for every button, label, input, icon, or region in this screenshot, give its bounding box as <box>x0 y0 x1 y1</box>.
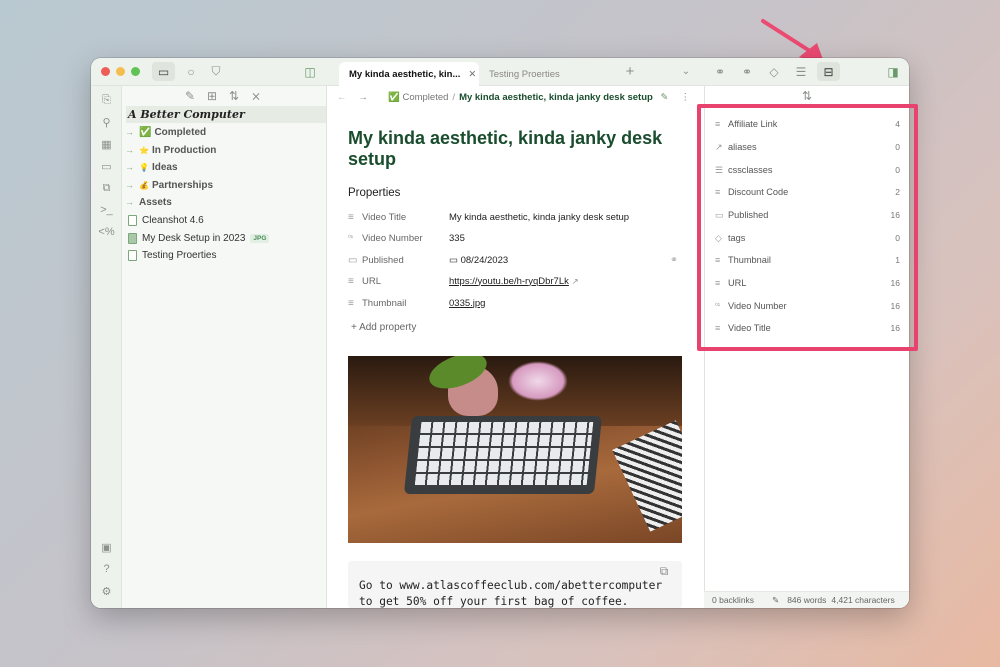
property-video-number[interactable]: ⁰¹ Video Number 335 <box>348 228 668 248</box>
folder-ideas[interactable]: → 💡 Ideas <box>122 158 327 176</box>
vault-name[interactable]: A Better Computer <box>126 106 326 123</box>
thumbnail-link[interactable]: 0335.jpg <box>449 298 485 309</box>
tags-icon[interactable]: ◇ <box>765 62 783 81</box>
back-icon[interactable]: ← <box>337 92 347 103</box>
pencil-icon: ✎ <box>772 594 780 605</box>
breadcrumb-folder[interactable]: ✅ Completed <box>388 92 448 103</box>
property-thumbnail[interactable]: ≡ Thumbnail 0335.jpg <box>348 293 668 313</box>
vault-icon[interactable]: ▣ <box>91 537 122 557</box>
sort-icon[interactable]: ⇅ <box>226 88 242 104</box>
tab-close-icon[interactable]: ✕ <box>468 69 476 80</box>
outgoing-links-icon[interactable]: ⚭ <box>738 62 756 81</box>
character-count: 4,421 characters <box>831 595 895 605</box>
right-sidebar-toggle-icon[interactable]: ◨ <box>884 62 902 81</box>
backlinks-icon[interactable]: ⚭ <box>711 62 729 81</box>
file-testing-proerties[interactable]: Testing Proerties <box>122 246 327 264</box>
edit-mode-icon[interactable]: ✎ <box>661 92 669 103</box>
status-bar: 0 backlinks ✎ 846 words 4,421 characters <box>704 591 909 608</box>
property-video-title[interactable]: ≡ Video Title My kinda aesthetic, kinda ja… <box>348 207 668 227</box>
open-quick-switcher-icon[interactable]: ⎘ <box>91 90 122 110</box>
all-properties-icon[interactable]: ⊟ <box>817 62 840 81</box>
tab-list-chevron-icon[interactable]: ⌄ <box>677 62 695 81</box>
files-icon[interactable]: ▭ <box>152 62 175 81</box>
desk-setup-image <box>348 356 682 543</box>
note-title: My kinda aesthetic, kinda janky desk set… <box>348 128 663 169</box>
ribbon: ⎘ ⚲ ▦ ▭ ⧉ >_ <% ▣ ? ⚙ <box>91 86 122 608</box>
folder-in-production[interactable]: → ⭐ In Production <box>122 141 327 159</box>
folder-assets[interactable]: → Assets <box>122 193 327 211</box>
file-my-desk-setup[interactable]: My Desk Setup in 2023 JPG <box>122 229 327 247</box>
sidebar-toggle-icon[interactable]: ◫ <box>301 62 319 81</box>
help-icon[interactable]: ? <box>91 559 122 579</box>
graph-icon[interactable]: ⚲ <box>91 112 122 132</box>
more-options-icon[interactable]: ⋮ <box>681 92 691 103</box>
view-header: ← → ✅ Completed / My kinda aesthetic, ki… <box>337 91 691 103</box>
file-cleanshot[interactable]: Cleanshot 4.6 <box>122 211 327 229</box>
external-link-icon: ↗ <box>571 276 579 286</box>
tab-testing-proerties[interactable]: Testing Proerties <box>479 62 599 86</box>
url-link[interactable]: https://youtu.be/h-ryqDbr7Lk <box>449 276 569 287</box>
collapse-icon[interactable]: ⨯ <box>248 88 264 104</box>
templater-icon[interactable]: <% <box>91 222 122 242</box>
close-button[interactable] <box>101 67 110 76</box>
folder-completed[interactable]: → ✅ Completed <box>122 123 327 141</box>
calendar-icon[interactable]: ▭ <box>91 156 122 176</box>
folder-partnerships[interactable]: → 💰 Partnerships <box>122 176 327 194</box>
properties-heading: Properties <box>348 187 401 199</box>
image-file-icon <box>128 232 137 244</box>
bookmark-icon[interactable]: ⛉ <box>207 62 225 81</box>
search-icon[interactable]: ○ <box>182 62 200 81</box>
code-block: Go to www.atlascoffeeclub.com/abettercom… <box>348 561 682 608</box>
new-folder-icon[interactable]: ⊞ <box>204 88 220 104</box>
file-explorer: ✎ ⊞ ⇅ ⨯ A Better Computer → ✅ Completed → ⭐… <box>122 86 327 608</box>
link-icon[interactable]: ⚭ <box>670 255 678 266</box>
file-icon <box>128 249 137 261</box>
copy-icon[interactable]: ⧉ <box>91 178 122 198</box>
outline-icon[interactable]: ☰ <box>792 62 810 81</box>
sort-properties-icon[interactable]: ⇅ <box>798 88 816 104</box>
property-url[interactable]: ≡ URL https://youtu.be/h-ryqDbr7Lk ↗ <box>348 271 668 291</box>
terminal-icon[interactable]: >_ <box>91 200 122 220</box>
file-icon <box>128 214 137 226</box>
zoom-button[interactable] <box>131 67 140 76</box>
minimize-button[interactable] <box>116 67 125 76</box>
tab-active-note[interactable]: My kinda aesthetic, kin... ✕ <box>339 62 479 86</box>
new-note-icon[interactable]: ✎ <box>182 88 198 104</box>
editor-pane: ← → ✅ Completed / My kinda aesthetic, ki… <box>327 86 704 608</box>
canvas-icon[interactable]: ▦ <box>91 134 122 154</box>
new-tab-icon[interactable]: + <box>621 62 639 81</box>
copy-code-icon[interactable]: ⧉ <box>657 564 671 578</box>
backlinks-count[interactable]: 0 backlinks <box>712 595 754 605</box>
title-bar: ▭ ○ ⛉ ◫ My kinda aesthetic, kin... ✕ Test… <box>91 58 909 86</box>
annotation-highlight-box <box>697 104 918 351</box>
property-published[interactable]: ▭ Published ▭ 08/24/2023 ⚭ <box>348 250 678 270</box>
breadcrumb-note[interactable]: My kinda aesthetic, kinda janky desk set… <box>459 92 653 103</box>
forward-icon[interactable]: → <box>359 92 369 103</box>
add-property-button[interactable]: + Add property <box>351 317 671 337</box>
word-count: 846 words <box>787 595 827 605</box>
settings-icon[interactable]: ⚙ <box>91 581 122 601</box>
